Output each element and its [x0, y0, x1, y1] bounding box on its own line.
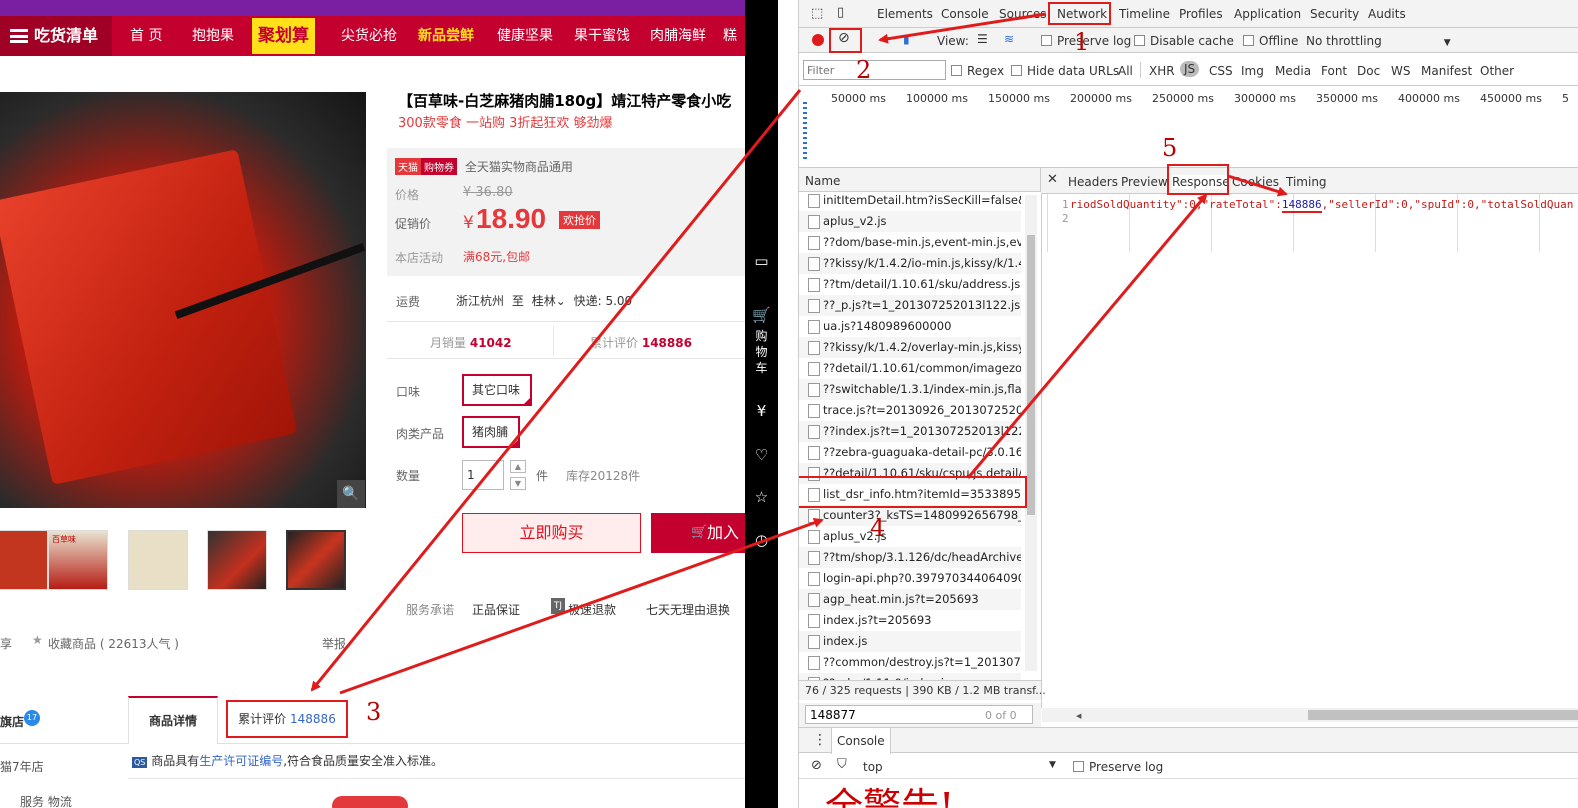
annotation-arrows — [310, 12, 1288, 695]
annotation-label-4: 4 — [870, 514, 886, 542]
arrow-4 — [966, 193, 1208, 479]
annotation-label-3: 3 — [366, 698, 382, 726]
arrow-3 — [339, 517, 824, 695]
arrow-2 — [310, 89, 802, 692]
annotation-label-1: 1 — [1074, 28, 1090, 56]
annotation-label-5: 5 — [1162, 134, 1178, 162]
arrow-1 — [878, 12, 1047, 44]
annotation-label-2: 2 — [856, 56, 872, 84]
arrow-5 — [1227, 174, 1288, 197]
screenshot-root: 吃货清单 首 页 抱抱果 聚划算 尖货必抢 新品尝鲜 健康坚果 果干蜜饯 肉脯海… — [0, 0, 1578, 808]
